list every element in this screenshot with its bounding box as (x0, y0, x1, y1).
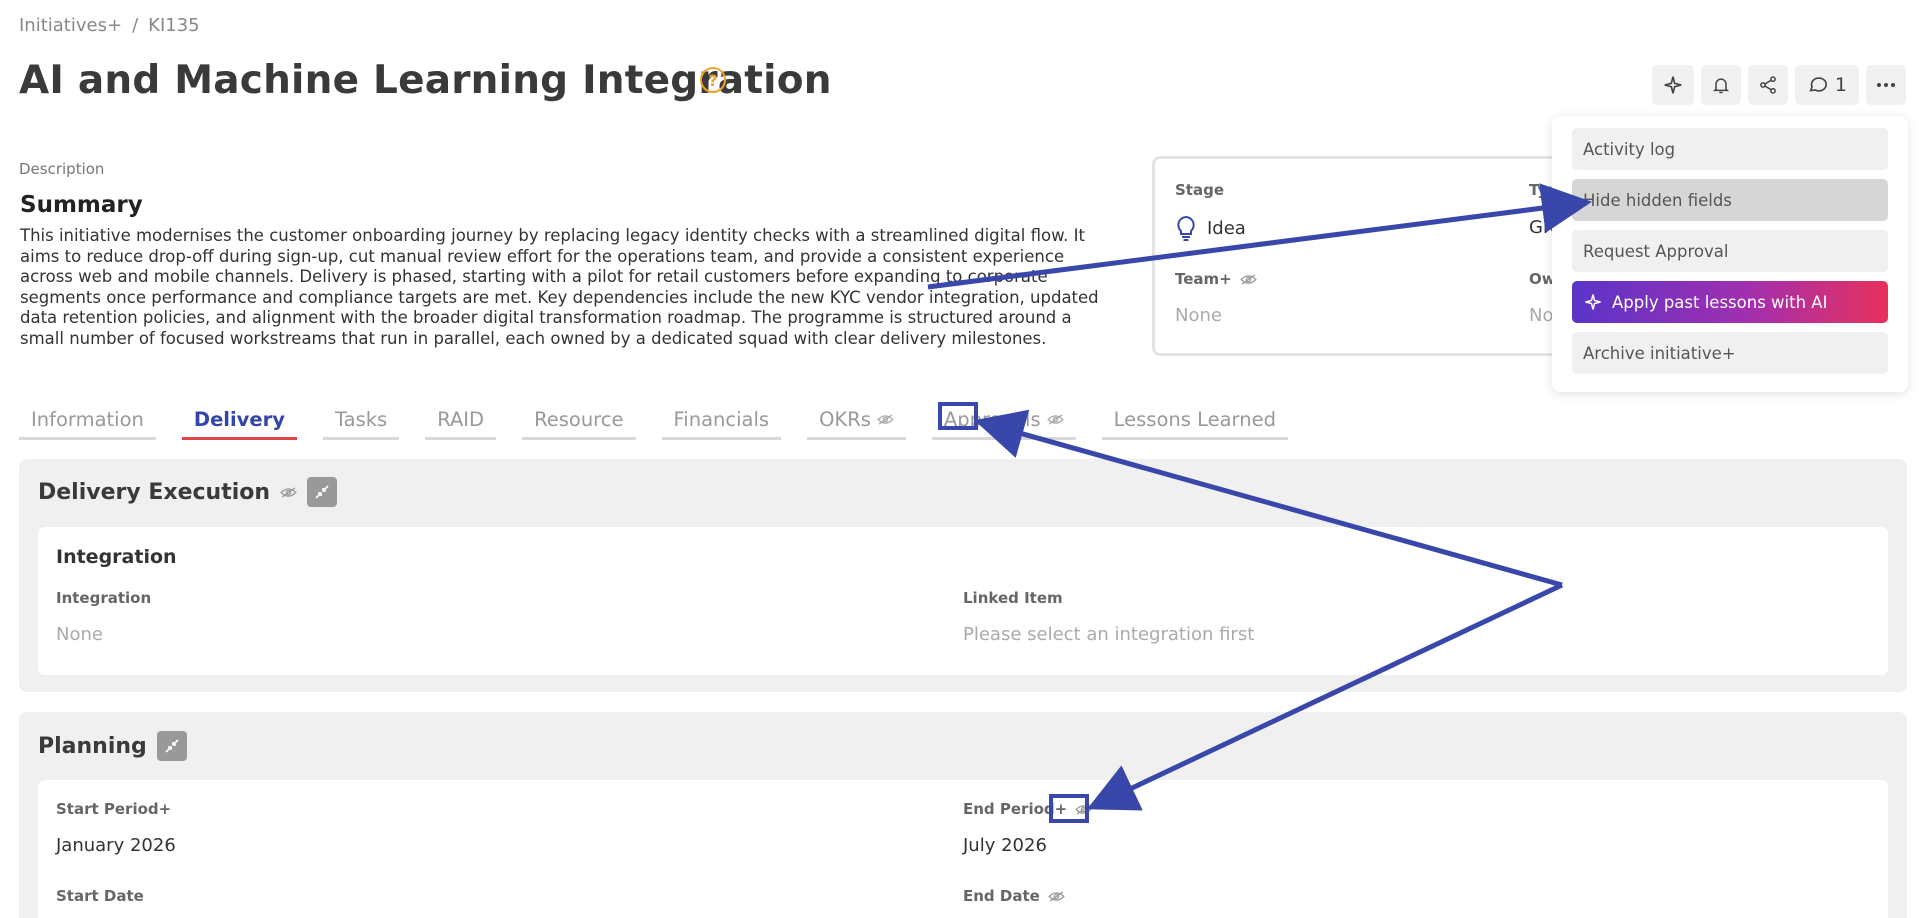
annotation-highlight-box (938, 402, 978, 430)
owner-value[interactable]: No (1529, 305, 1553, 326)
menu-item-request-approval[interactable]: Request Approval (1572, 230, 1888, 272)
eye-off-icon (280, 486, 297, 498)
tab-financials[interactable]: Financials (661, 402, 782, 440)
tab-okrs[interactable]: OKRs (807, 402, 906, 440)
delivery-execution-header: Delivery Execution (38, 477, 338, 507)
tab-delivery[interactable]: Delivery (181, 402, 297, 440)
tab-bar: Information Delivery Tasks RAID Resource… (19, 402, 1314, 440)
tab-tasks[interactable]: Tasks (322, 402, 400, 440)
end-period-value[interactable]: July 2026 (963, 835, 1047, 856)
linked-item-label: Linked Item (963, 589, 1063, 607)
planning-section: Planning Start Period+ January 2026 End … (19, 712, 1907, 918)
stage-value: Idea (1207, 217, 1246, 239)
sparkle-icon (1664, 76, 1682, 94)
linked-item-value[interactable]: Please select an integration first (963, 624, 1254, 645)
breadcrumb-parent[interactable]: Initiatives+ (19, 15, 122, 36)
integration-card: Integration Integration None Linked Item… (38, 527, 1888, 675)
planning-header: Planning (38, 731, 187, 761)
eye-off-icon (1048, 890, 1065, 902)
tab-lessons-learned[interactable]: Lessons Learned (1101, 402, 1288, 440)
delivery-execution-section: Delivery Execution Integration Integrati… (19, 459, 1907, 692)
integration-value[interactable]: None (56, 624, 103, 645)
menu-item-archive-initiative[interactable]: Archive initiative+ (1572, 332, 1888, 374)
more-options-menu: Activity log Hide hidden fields Request … (1552, 116, 1908, 392)
team-value[interactable]: None (1175, 305, 1222, 326)
breadcrumb: Initiatives+ / KI135 (19, 15, 200, 36)
menu-item-apply-past-lessons[interactable]: Apply past lessons with AI (1572, 281, 1888, 323)
breadcrumb-separator: / (132, 15, 139, 36)
tab-information[interactable]: Information (19, 402, 156, 440)
more-horizontal-icon (1877, 83, 1895, 87)
delivery-execution-title: Delivery Execution (38, 479, 271, 505)
share-button[interactable] (1747, 65, 1788, 105)
sparkle-icon (1585, 294, 1601, 310)
collapse-arrows-icon (165, 739, 179, 753)
lightbulb-icon (1177, 215, 1195, 241)
tab-raid[interactable]: RAID (425, 402, 497, 440)
info-card: Stage Idea Typ Gro Team+ None Ow No (1152, 156, 1572, 356)
collapse-button[interactable] (307, 477, 338, 507)
comments-button[interactable]: 1 (1794, 65, 1859, 105)
eye-off-icon (877, 414, 894, 425)
annotation-highlight-box (1049, 794, 1089, 823)
help-badge-icon[interactable]: ? (700, 67, 726, 93)
planning-card: Start Period+ January 2026 End Period+ J… (38, 780, 1888, 918)
summary-text: This initiative modernises the customer … (20, 226, 1099, 348)
comment-count: 1 (1834, 74, 1847, 96)
team-label: Team+ (1175, 270, 1257, 288)
menu-item-hide-hidden-fields[interactable]: Hide hidden fields (1572, 179, 1888, 221)
breadcrumb-current: KI135 (148, 15, 200, 36)
eye-off-icon (1239, 273, 1257, 285)
integration-card-title: Integration (56, 546, 177, 568)
integration-label: Integration (56, 589, 152, 607)
ai-sparkle-button[interactable] (1651, 65, 1694, 105)
more-options-button[interactable] (1866, 65, 1906, 105)
eye-off-icon (1046, 414, 1064, 425)
start-period-label: Start Period+ (56, 800, 172, 818)
share-icon (1759, 76, 1776, 94)
planning-title: Planning (38, 733, 147, 759)
end-date-label: End Date (963, 887, 1065, 905)
summary-title: Summary (20, 192, 143, 218)
description-label: Description (19, 160, 105, 178)
collapse-arrows-icon (315, 485, 329, 499)
start-date-label: Start Date (56, 887, 144, 905)
start-period-value[interactable]: January 2026 (56, 835, 176, 856)
header-toolbar: 1 (1651, 65, 1906, 105)
comment-icon (1809, 77, 1827, 92)
tab-resource[interactable]: Resource (522, 402, 636, 440)
stage-label: Stage (1175, 181, 1225, 199)
bell-icon (1712, 78, 1729, 94)
menu-item-activity-log[interactable]: Activity log (1572, 128, 1888, 170)
notifications-button[interactable] (1700, 65, 1741, 105)
stage-field[interactable]: Idea (1175, 215, 1246, 241)
collapse-button[interactable] (156, 731, 187, 761)
